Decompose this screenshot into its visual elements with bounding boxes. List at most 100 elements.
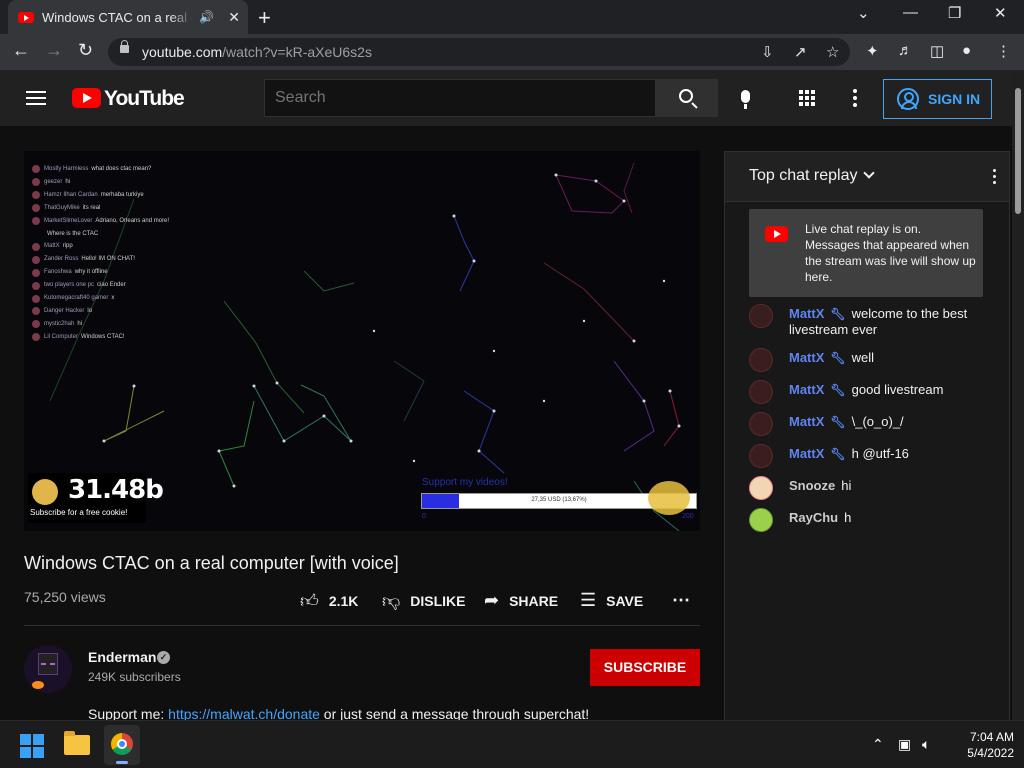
youtube-logo-text[interactable]: YouTube — [104, 87, 185, 111]
media-control-icon[interactable]: ♬ — [898, 42, 913, 59]
chat-author[interactable]: MattX — [789, 350, 824, 365]
page-scrollbar[interactable] — [1012, 72, 1024, 722]
moderator-wrench-icon: 🔧︎ — [830, 415, 846, 429]
subscribe-button[interactable]: SUBSCRIBE — [590, 649, 700, 686]
search-icon — [679, 89, 693, 103]
close-tab-icon[interactable]: ✕ — [228, 9, 240, 26]
more-actions-icon[interactable]: ⋯ — [672, 590, 691, 611]
minimize-button[interactable]: — — [903, 4, 918, 21]
moderator-wrench-icon: 🔧︎ — [830, 447, 846, 461]
extensions-puzzle-icon[interactable]: ✦ — [866, 42, 879, 60]
moderator-wrench-icon: 🔧︎ — [830, 351, 846, 365]
chat-message: MattX 🔧︎ welcome to the best livestream ev… — [749, 304, 999, 338]
mascot-face-icon — [648, 481, 690, 515]
taskbar-chrome-button[interactable] — [104, 725, 140, 765]
share-button[interactable]: ➦ SHARE — [484, 590, 558, 611]
back-arrow-icon[interactable]: ← — [12, 40, 30, 61]
overlay-chat-line: Where is the CTAC — [47, 230, 99, 237]
forward-arrow-icon[interactable]: → — [45, 40, 63, 61]
dislike-button[interactable]: 👎︎ DISLIKE — [382, 590, 466, 612]
microphone-icon[interactable] — [741, 90, 750, 109]
file-explorer-icon[interactable] — [64, 731, 90, 755]
verified-check-icon: ✓ — [157, 651, 170, 664]
bookmark-star-icon[interactable]: ☆ — [826, 43, 839, 61]
settings-kebab-icon[interactable] — [853, 89, 857, 107]
avatar[interactable] — [749, 304, 773, 328]
browser-menu-icon[interactable]: ⋮ — [996, 42, 1011, 60]
network-icon[interactable]: ▣ — [898, 736, 911, 753]
save-label: SAVE — [606, 592, 644, 609]
scrollbar-thumb[interactable] — [1015, 88, 1021, 214]
youtube-icon — [765, 226, 788, 242]
share-arrow-icon: ➦ — [484, 590, 500, 610]
playlist-add-icon: ☰ — [580, 590, 597, 610]
share-page-icon[interactable]: ↗ — [794, 43, 807, 61]
video-title: Windows CTAC on a real computer [with vo… — [24, 553, 399, 573]
sign-in-label: SIGN IN — [928, 91, 981, 107]
chat-more-icon[interactable] — [993, 169, 996, 187]
search-input[interactable] — [264, 79, 656, 117]
avatar[interactable] — [749, 476, 773, 500]
progress-min: 0 — [422, 513, 426, 520]
chat-text: h @utf-16 — [851, 446, 909, 461]
like-button[interactable]: 👍︎ 2.1K — [300, 590, 358, 612]
apps-grid-icon[interactable] — [799, 90, 815, 106]
windows-start-icon[interactable] — [20, 734, 44, 758]
chat-author[interactable]: MattX — [789, 446, 824, 461]
close-window-button[interactable]: ✕ — [994, 4, 1007, 22]
chat-author[interactable]: Snooze — [789, 478, 835, 493]
subscriber-count: 249K subscribers — [88, 670, 181, 684]
search-button[interactable] — [655, 79, 718, 117]
clock-time: 7:04 AM — [969, 730, 1014, 744]
system-clock[interactable]: 7:04 AM 5/4/2022 — [944, 729, 1014, 761]
browser-tab[interactable]: Windows CTAC on a real computer [with vo… — [8, 0, 248, 34]
share-label: SHARE — [509, 592, 559, 609]
video-player[interactable]: Mostly Harmless what does ctac mean? geez… — [24, 151, 700, 531]
new-tab-button[interactable]: + — [258, 5, 271, 31]
chat-author[interactable]: RayChu — [789, 510, 838, 525]
chat-author[interactable]: MattX — [789, 382, 824, 397]
chat-text: h — [844, 510, 852, 525]
chat-author[interactable]: MattX — [789, 306, 824, 321]
overlay-chat-line: ThatGuyMike its real — [32, 202, 169, 215]
tray-chevron-icon[interactable]: ⌃ — [872, 736, 884, 753]
side-panel-icon[interactable]: ◫ — [930, 42, 944, 60]
chat-text: \_(o_o)_/ — [851, 414, 904, 429]
avatar[interactable] — [749, 348, 773, 372]
channel-name[interactable]: Enderman — [88, 649, 156, 665]
lock-icon[interactable] — [120, 40, 129, 53]
tab-search-chevron-icon[interactable]: ⌄ — [857, 4, 870, 22]
chat-message: MattX 🔧︎ \_(o_o)_/ — [749, 412, 999, 436]
avatar[interactable] — [749, 380, 773, 404]
save-button[interactable]: ☰ SAVE — [580, 590, 643, 611]
tab-title: Windows CTAC on a real computer [with vo… — [42, 9, 193, 25]
chat-text: well — [851, 350, 875, 365]
stream-chat-overlay: Mostly Harmless what does ctac mean? geez… — [32, 163, 169, 344]
divider — [24, 625, 700, 626]
browser-toolbar: ← → ↻ youtube.com/watch?v=kR-aXeU6s2s ⇩ … — [0, 34, 1024, 70]
avatar[interactable] — [749, 444, 773, 468]
chat-message: MattX 🔧︎ h @utf-16 — [749, 444, 999, 468]
youtube-logo-icon[interactable] — [72, 88, 101, 108]
profile-icon[interactable]: ● — [962, 42, 971, 59]
sign-in-button[interactable]: SIGN IN — [883, 79, 992, 119]
overlay-chat-line: Mostly Harmless what does ctac mean? — [32, 163, 169, 176]
volume-icon[interactable]: 🔈︎ — [922, 736, 930, 753]
speaker-icon[interactable]: 🔊 — [199, 10, 214, 24]
install-app-icon[interactable]: ⇩ — [761, 43, 774, 61]
chevron-down-icon[interactable] — [863, 167, 875, 179]
avatar[interactable] — [749, 412, 773, 436]
chat-mode-selector[interactable]: Top chat replay — [749, 167, 858, 185]
restore-button[interactable]: ❐ — [948, 4, 961, 22]
menu-hamburger-icon[interactable] — [26, 91, 46, 105]
chat-message: MattX 🔧︎ good livestream — [749, 380, 999, 404]
chat-author[interactable]: MattX — [789, 414, 824, 429]
address-bar[interactable]: youtube.com/watch?v=kR-aXeU6s2s ⇩ ↗ ☆ — [108, 38, 850, 66]
url-text: youtube.com/watch?v=kR-aXeU6s2s — [142, 44, 372, 60]
dislike-label: DISLIKE — [410, 593, 466, 609]
moderator-wrench-icon: 🔧︎ — [830, 383, 846, 397]
reload-icon[interactable]: ↻ — [78, 40, 93, 61]
chat-message: MattX 🔧︎ well — [749, 348, 999, 372]
channel-avatar[interactable] — [24, 645, 72, 693]
avatar[interactable] — [749, 508, 773, 532]
